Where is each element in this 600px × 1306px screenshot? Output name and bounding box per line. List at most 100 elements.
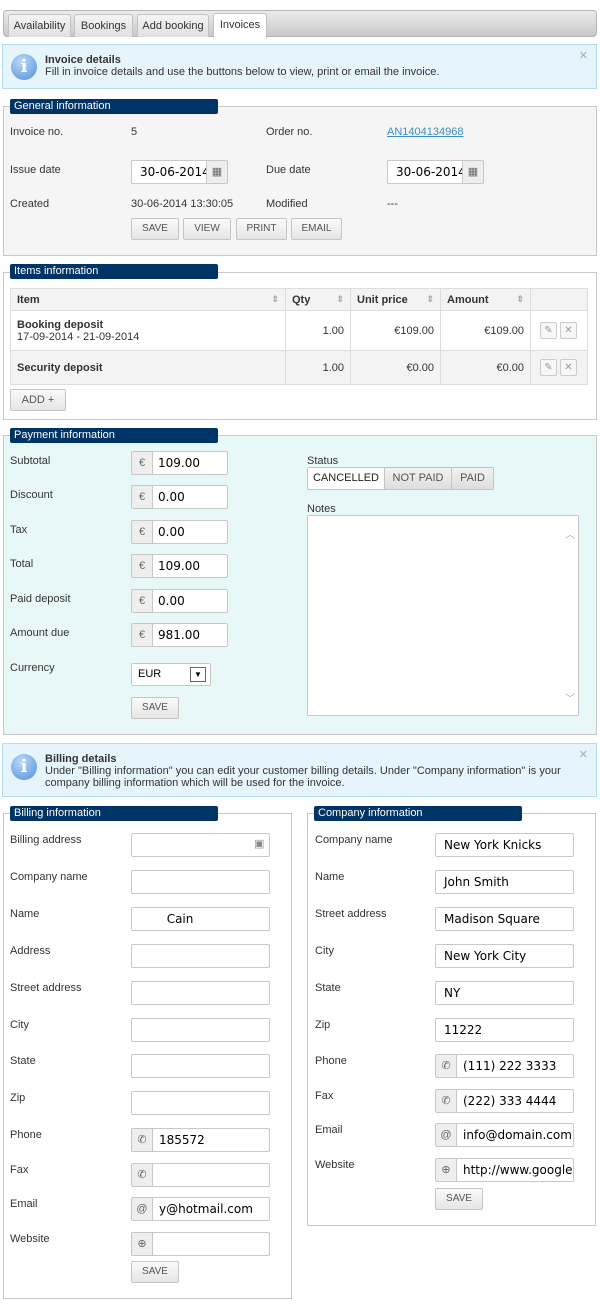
tab-add-booking[interactable]: Add booking bbox=[137, 14, 209, 37]
subtotal-input[interactable]: 109.00 bbox=[152, 451, 228, 475]
total-label: Total bbox=[10, 558, 34, 571]
info-icon: i bbox=[11, 54, 37, 80]
state-input[interactable]: NY bbox=[435, 980, 574, 1005]
street-address-input[interactable]: Madison Square bbox=[435, 906, 574, 931]
euro-icon: € bbox=[131, 485, 153, 510]
discount-input[interactable]: 0.00 bbox=[152, 485, 228, 510]
street-address-label: Street address bbox=[10, 981, 82, 994]
euro-icon: € bbox=[131, 519, 153, 544]
column-header-amount[interactable]: Amount ⇕ bbox=[440, 288, 531, 311]
website-input[interactable] bbox=[152, 1231, 270, 1256]
status-cancelled[interactable]: CANCELLED bbox=[307, 467, 385, 490]
order-no-label: Order no. bbox=[266, 126, 313, 138]
email-input[interactable]: y@hotmail.com bbox=[152, 1197, 270, 1222]
name-input[interactable]: Cain bbox=[131, 906, 270, 931]
modified-value: --- bbox=[387, 198, 398, 210]
euro-icon: € bbox=[131, 451, 153, 475]
globe-icon: ⊕ bbox=[131, 1231, 153, 1256]
calendar-icon[interactable]: ▦ bbox=[462, 160, 484, 184]
zip-input[interactable] bbox=[131, 1091, 270, 1116]
scroll-up-icon[interactable]: ︿ bbox=[565, 526, 575, 541]
column-header-qty[interactable]: Qty ⇕ bbox=[285, 288, 351, 311]
section-legend: General information bbox=[10, 99, 218, 114]
street-address-label: Street address bbox=[315, 907, 387, 920]
chevron-down-icon: ▼ bbox=[190, 667, 206, 682]
fax-input[interactable]: (222) 333 4444 bbox=[456, 1088, 574, 1113]
notice-title: Billing details bbox=[45, 753, 117, 765]
state-input[interactable] bbox=[131, 1054, 270, 1079]
currency-select[interactable]: EUR ▼ bbox=[131, 663, 211, 686]
company-name-input[interactable]: New York Knicks bbox=[435, 833, 574, 857]
order-no-link[interactable]: AN1404134968 bbox=[387, 126, 463, 138]
total-input[interactable]: 109.00 bbox=[152, 554, 228, 579]
name-label: Name bbox=[10, 907, 40, 920]
email-button[interactable]: EMAIL bbox=[291, 218, 342, 240]
tax-input[interactable]: 0.00 bbox=[152, 519, 228, 544]
company-name-label: Company name bbox=[10, 870, 88, 883]
calendar-icon[interactable]: ▦ bbox=[206, 160, 228, 184]
invoice-no-value: 5 bbox=[131, 126, 138, 138]
email-input[interactable]: info@domain.com bbox=[456, 1123, 574, 1148]
tab-bookings[interactable]: Bookings bbox=[74, 14, 133, 37]
column-header-unit-price[interactable]: Unit price ⇕ bbox=[350, 288, 441, 311]
tab-availability[interactable]: Availability bbox=[8, 14, 71, 37]
item-qty: 1.00 bbox=[285, 350, 351, 385]
fax-input[interactable] bbox=[152, 1162, 270, 1187]
company-save-button[interactable]: SAVE bbox=[435, 1188, 483, 1210]
billing-address-input[interactable] bbox=[131, 833, 270, 857]
scroll-down-icon[interactable]: ﹀ bbox=[565, 690, 575, 705]
company-name-input[interactable] bbox=[131, 869, 270, 894]
edit-icon[interactable]: ✎ bbox=[540, 322, 557, 339]
save-button[interactable]: SAVE bbox=[131, 218, 179, 240]
view-button[interactable]: VIEW bbox=[183, 218, 231, 240]
phone-input[interactable]: 185572 bbox=[152, 1128, 270, 1153]
notice-title: Invoice details bbox=[45, 54, 121, 66]
zip-input[interactable]: 11222 bbox=[435, 1017, 574, 1042]
notes-label: Notes bbox=[307, 503, 336, 515]
item-name: Booking deposit bbox=[17, 318, 104, 331]
add-item-button[interactable]: ADD + bbox=[10, 389, 66, 411]
close-icon[interactable]: ✕ bbox=[579, 49, 588, 62]
edit-icon[interactable]: ✎ bbox=[540, 359, 557, 376]
amount-due-label: Amount due bbox=[10, 627, 70, 639]
issue-date-input[interactable]: 30-06-2014 bbox=[131, 160, 207, 184]
section-legend: Billing information bbox=[10, 806, 218, 821]
website-label: Website bbox=[10, 1232, 50, 1245]
tab-invoices[interactable]: Invoices bbox=[213, 13, 267, 38]
street-address-input[interactable] bbox=[131, 980, 270, 1005]
notes-textarea[interactable] bbox=[307, 515, 579, 716]
column-header-item[interactable]: Item ⇕ bbox=[10, 288, 286, 311]
euro-icon: € bbox=[131, 588, 153, 613]
email-label: Email bbox=[315, 1124, 343, 1137]
paid-deposit-label: Paid deposit bbox=[10, 592, 71, 605]
zip-label: Zip bbox=[10, 1092, 26, 1105]
city-label: City bbox=[315, 944, 334, 957]
delete-icon[interactable]: ✕ bbox=[560, 359, 577, 376]
print-button[interactable]: PRINT bbox=[236, 218, 287, 240]
due-date-input[interactable]: 30-06-2014 bbox=[387, 160, 463, 184]
phone-input[interactable]: (111) 222 3333 bbox=[456, 1054, 574, 1079]
city-input[interactable] bbox=[131, 1017, 270, 1042]
created-label: Created bbox=[10, 198, 50, 210]
city-input[interactable]: New York City bbox=[435, 943, 574, 968]
modified-label: Modified bbox=[266, 198, 308, 210]
address-input[interactable] bbox=[131, 943, 270, 968]
status-not-paid[interactable]: NOT PAID bbox=[384, 467, 452, 490]
paid-deposit-input[interactable]: 0.00 bbox=[152, 588, 228, 613]
item-unit-price: €0.00 bbox=[350, 350, 441, 385]
sort-icon: ⇕ bbox=[271, 293, 279, 304]
issue-date-label: Issue date bbox=[10, 164, 61, 176]
at-icon: @ bbox=[435, 1123, 457, 1148]
name-input[interactable]: John Smith bbox=[435, 869, 574, 894]
amount-due-input[interactable]: 981.00 bbox=[152, 623, 228, 647]
website-input[interactable]: http://www.google.co bbox=[456, 1157, 574, 1182]
fax-label: Fax bbox=[315, 1089, 334, 1102]
status-paid[interactable]: PAID bbox=[451, 467, 494, 490]
company-name-label: Company name bbox=[315, 834, 393, 846]
payment-save-button[interactable]: SAVE bbox=[131, 697, 179, 719]
delete-icon[interactable]: ✕ bbox=[560, 322, 577, 339]
billing-save-button[interactable]: SAVE bbox=[131, 1261, 179, 1283]
info-icon: i bbox=[11, 754, 37, 780]
notice-text: Fill in invoice details and use the butt… bbox=[45, 66, 440, 78]
close-icon[interactable]: ✕ bbox=[579, 748, 588, 761]
